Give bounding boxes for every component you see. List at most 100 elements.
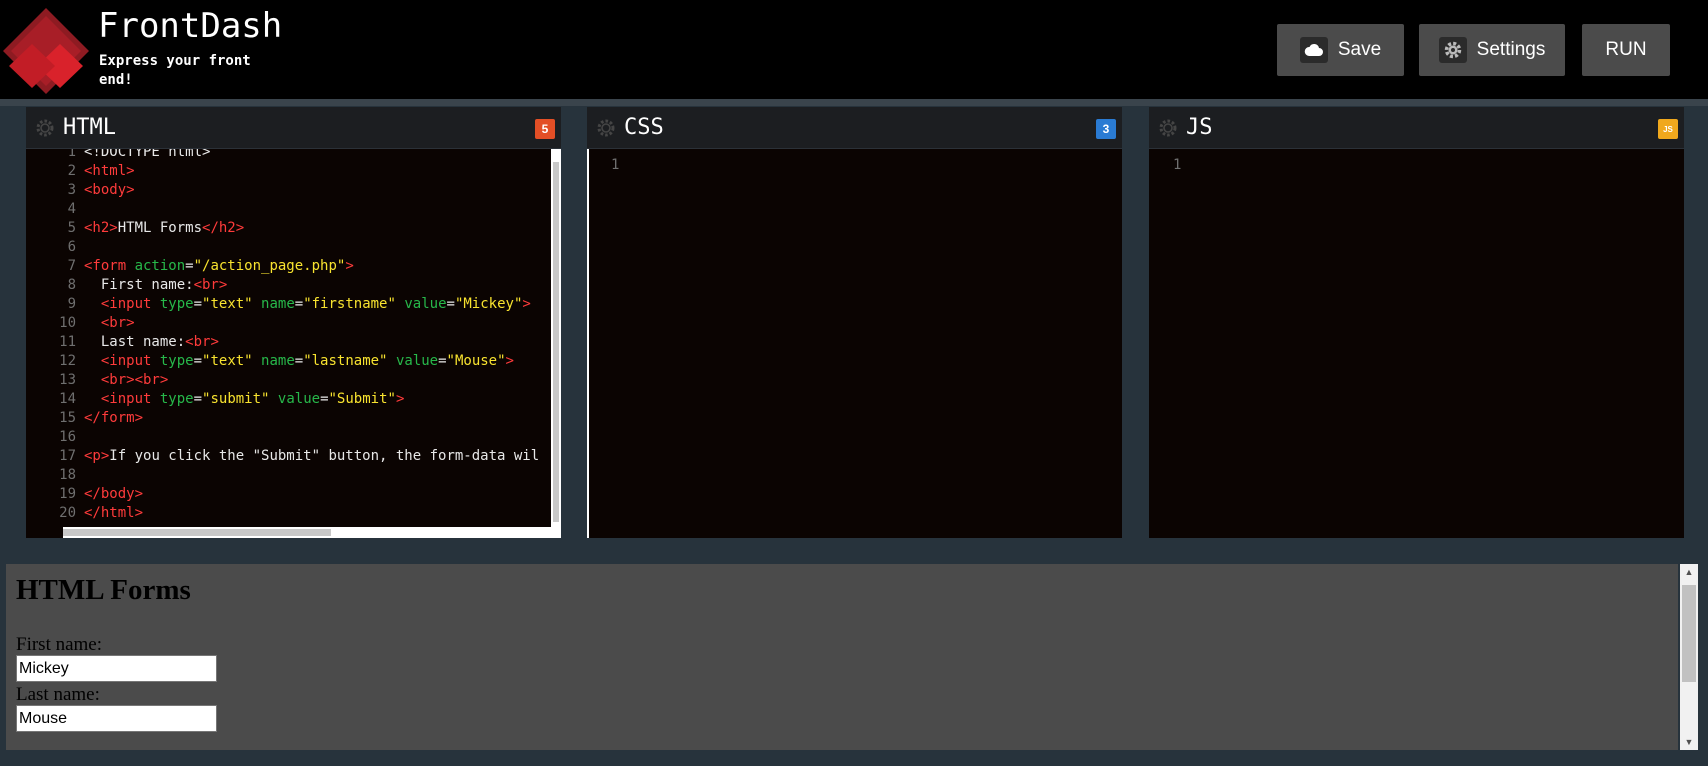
code-token: <br> <box>100 315 135 331</box>
code-token: value <box>277 391 321 407</box>
save-button[interactable]: Save <box>1277 24 1404 76</box>
code-token: <input <box>100 296 160 312</box>
last-name-input[interactable] <box>16 705 217 732</box>
code-text: <!DOCTYPE html> <box>84 149 210 162</box>
html-panel-title: HTML <box>63 115 116 140</box>
code-token: First name: <box>84 277 194 293</box>
code-text: <input type="submit" value="Submit"> <box>84 390 405 409</box>
code-token: type <box>159 353 194 369</box>
code-token: </h2> <box>202 220 245 236</box>
line-number: 2 <box>67 163 76 179</box>
scrollbar-thumb[interactable] <box>1682 585 1696 682</box>
gear-icon[interactable] <box>1157 117 1179 139</box>
gear-icon[interactable] <box>34 117 56 139</box>
code-text: <br><br> <box>84 371 168 390</box>
css-panel-title: CSS <box>624 115 664 140</box>
run-label: RUN <box>1605 39 1647 60</box>
scrollbar-thumb[interactable] <box>63 529 331 536</box>
line-number: 18 <box>59 467 76 483</box>
line-number: 11 <box>59 334 76 350</box>
code-line: 11 Last name:<br> <box>26 333 539 352</box>
code-line: 13 <br><br> <box>26 371 539 390</box>
code-line: 4 <box>26 200 539 219</box>
scroll-up-arrow-icon[interactable]: ▲ <box>1680 564 1698 580</box>
code-line: 7 <form action="/action_page.php"> <box>26 257 539 276</box>
code-token: type <box>159 391 194 407</box>
code-token: <h2> <box>84 220 118 236</box>
code-line: 14 <input type="submit" value="Submit"> <box>26 390 539 409</box>
code-token: > <box>345 258 354 274</box>
code-text: <body> <box>84 181 135 200</box>
line-number: 16 <box>59 429 76 445</box>
code-token: "Submit" <box>328 391 396 407</box>
code-token: "Mouse" <box>446 353 506 369</box>
js-code-editor[interactable] <box>1149 149 1684 538</box>
code-line: 16 <box>26 428 539 447</box>
html-code-editor[interactable]: 1 <!DOCTYPE html> 2 <html> 3 <body> 4 5 <h2>HTML… <box>26 149 561 538</box>
preview-scrollbar[interactable]: ▲ ▼ <box>1680 564 1698 750</box>
first-name-input[interactable] <box>16 655 217 682</box>
code-text: <form action="/action_page.php"> <box>84 257 354 276</box>
code-line: 17 <p>If you click the "Submit" button, t… <box>26 447 539 466</box>
first-name-label: First name: <box>16 634 103 655</box>
css3-icon: 3 <box>1096 119 1116 139</box>
js-panel-title: JS <box>1186 115 1213 140</box>
code-line: 10 <br> <box>26 314 539 333</box>
code-text: <input type="text" name="firstname" valu… <box>84 295 531 314</box>
css-editor-panel: CSS 3 1 <box>587 107 1122 538</box>
code-token: <form <box>84 258 135 274</box>
code-text: <html> <box>84 162 135 181</box>
line-number: 9 <box>67 296 76 312</box>
scrollbar-thumb[interactable] <box>553 162 559 522</box>
code-token: type <box>159 296 194 312</box>
frontdash-logo <box>3 8 89 94</box>
code-token: = <box>438 353 447 369</box>
code-token: "/action_page.php" <box>193 258 346 274</box>
code-token: "firstname" <box>303 296 396 312</box>
code-line: 19 </body> <box>26 485 539 504</box>
scroll-down-arrow-icon[interactable]: ▼ <box>1680 734 1698 750</box>
horizontal-scrollbar[interactable] <box>63 527 561 538</box>
code-line: 20 </html> <box>26 504 539 523</box>
code-line: 18 <box>26 466 539 485</box>
code-text: <h2>HTML Forms</h2> <box>84 219 244 238</box>
run-button[interactable]: RUN <box>1582 24 1670 76</box>
code-text: </body> <box>84 485 143 504</box>
cloud-icon <box>1299 37 1328 63</box>
code-token: "lastname" <box>303 353 388 369</box>
code-token: "text" <box>202 296 253 312</box>
code-text: </html> <box>84 504 143 523</box>
code-text: </form> <box>84 409 143 428</box>
line-number: 12 <box>59 353 76 369</box>
code-line: 15 </form> <box>26 409 539 428</box>
code-lines: 1 <!DOCTYPE html> 2 <html> 3 <body> 4 5 <h2>HTML… <box>26 149 539 523</box>
settings-button[interactable]: Settings <box>1419 24 1565 76</box>
app-tagline: Express your front end! <box>99 53 251 88</box>
line-number: 13 <box>59 372 76 388</box>
code-token: <input <box>100 353 160 369</box>
text-cursor <box>587 149 589 538</box>
code-token: "submit" <box>202 391 270 407</box>
code-token: name <box>261 296 295 312</box>
gear-icon[interactable] <box>595 117 617 139</box>
code-token: <br><br> <box>100 372 169 388</box>
code-token: action <box>134 258 186 274</box>
line-number: 17 <box>59 448 76 464</box>
preview-heading: HTML Forms <box>16 574 191 606</box>
css-code-editor[interactable] <box>587 149 1122 538</box>
vertical-scrollbar[interactable] <box>551 149 561 538</box>
code-token: </form> <box>84 410 144 426</box>
code-token: = <box>294 353 304 369</box>
code-line: 12 <input type="text" name="lastname" va… <box>26 352 539 371</box>
code-text: <br> <box>84 314 135 333</box>
code-token: <!DOCTYPE html> <box>84 149 211 160</box>
preview-pane: HTML Forms First name: Last name: <box>6 564 1678 750</box>
code-line: 9 <input type="text" name="firstname" va… <box>26 295 539 314</box>
line-number: 5 <box>67 220 76 236</box>
